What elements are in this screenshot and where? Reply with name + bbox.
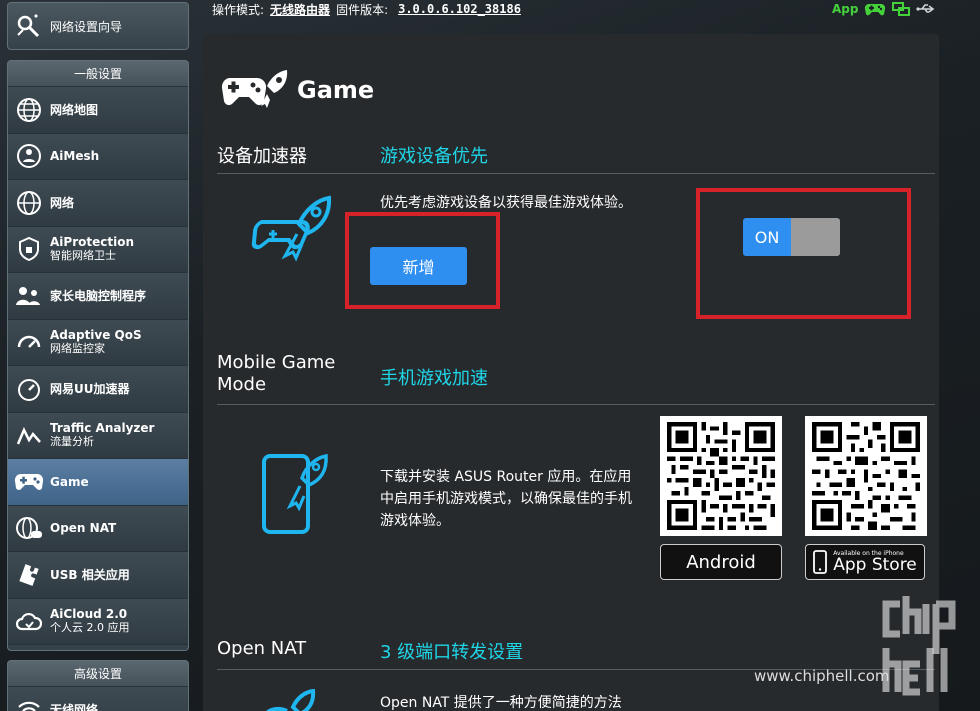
speedometer-icon: [14, 327, 44, 357]
phone-rocket-icon: [262, 453, 328, 534]
status-bar: 操作模式: 无线路由器 固件版本: 3.0.0.6.102_38186: [212, 0, 521, 18]
sidebar-item-label: Open NAT: [50, 521, 117, 536]
gauge-icon: [14, 374, 44, 404]
mobile-mode-description: 下载并安装 ASUS Router 应用。在应用中启用手机游戏模式，以确保最佳的…: [380, 469, 632, 529]
highlight-box-toggle: [696, 188, 911, 319]
shield-icon: [14, 234, 44, 264]
sidebar-item-aiprotection[interactable]: AiProtection 智能网络卫士: [8, 226, 188, 273]
sidebar-item-label: 网络地图: [50, 102, 99, 117]
main-panel: Game 设备加速器 游戏设备优先 优先考虑游戏设备以获得最佳游戏体验。 新增 …: [203, 34, 939, 711]
general-settings-header: 一般设置: [8, 61, 188, 87]
gamepad-status-icon[interactable]: [864, 1, 886, 17]
gamepad-rocket-icon: [251, 195, 332, 262]
sidebar-item-label: 网易UU加速器: [50, 381, 130, 396]
sidebar-item-label: AiMesh: [50, 149, 100, 164]
sidebar-item-aicloud[interactable]: AiCloud 2.0 个人云 2.0 应用: [8, 598, 188, 645]
sidebar-item-network[interactable]: 网络: [8, 180, 188, 227]
sidebar-item-label: Traffic Analyzer 流量分析: [50, 421, 155, 449]
sidebar-item-label: 无线网络: [50, 702, 99, 711]
appstore-label: App Store: [833, 554, 917, 575]
sidebar-item-traffic-analyzer[interactable]: Traffic Analyzer 流量分析: [8, 412, 188, 459]
page-title-text: Game: [297, 76, 375, 104]
network-globe-icon: [14, 188, 44, 218]
sidebar-item-adaptive-qos[interactable]: Adaptive QoS 网络监控家: [8, 319, 188, 366]
android-button[interactable]: Android: [660, 544, 782, 580]
globe-icon: [14, 95, 44, 125]
sidebar-item-label: USB 相关应用: [50, 567, 130, 582]
mode-link[interactable]: 无线路由器: [270, 1, 330, 18]
gamepad-icon: [14, 467, 44, 497]
open-nat-label: Open NAT: [217, 638, 307, 659]
wizard-icon: [17, 14, 40, 38]
open-nat-description: Open NAT 提供了一种方便简捷的方法: [380, 695, 622, 711]
general-settings-menu: 一般设置 网络地图 AiMesh 网络 AiProtection 智能网络卫士 家…: [7, 60, 189, 651]
sidebar-item-label: AiProtection 智能网络卫士: [50, 235, 134, 263]
sidebar-item-uu-accelerator[interactable]: 网易UU加速器: [8, 366, 188, 413]
divider: [217, 404, 935, 405]
sidebar-item-wireless[interactable]: 无线网络: [8, 687, 188, 711]
divider: [217, 173, 935, 174]
sidebar-item-label: AiCloud 2.0 个人云 2.0 应用: [50, 607, 130, 635]
accelerator-description: 优先考虑游戏设备以获得最佳游戏体验。: [380, 195, 632, 211]
open-nat-icon: [266, 689, 316, 711]
wizard-label: 网络设置向导: [50, 19, 123, 34]
accelerator-label: 设备加速器: [217, 146, 307, 167]
sidebar-item-usb-apps[interactable]: USB 相关应用: [8, 552, 188, 599]
firmware-link[interactable]: 3.0.0.6.102_38186: [398, 2, 521, 16]
sidebar-item-label: Game: [50, 474, 89, 489]
phone-icon: [813, 550, 828, 574]
sidebar-item-label: Adaptive QoS 网络监控家: [50, 328, 142, 356]
sidebar-item-network-map[interactable]: 网络地图: [8, 87, 188, 134]
game-rocket-icon: [221, 70, 288, 108]
top-icons: App: [832, 0, 936, 18]
sidebar-item-parental-controls[interactable]: 家长电脑控制程序: [8, 273, 188, 320]
chiphell-logo: [880, 592, 960, 708]
android-qr-code[interactable]: [660, 416, 782, 536]
page-title: Game: [221, 68, 374, 112]
sidebar-item-open-nat[interactable]: Open NAT: [8, 505, 188, 552]
accelerator-value: 游戏设备优先: [380, 146, 488, 167]
app-store-button[interactable]: Available on the iPhone App Store: [805, 544, 925, 580]
globe-gamepad-icon: [14, 513, 44, 543]
quick-setup-wizard[interactable]: 网络设置向导: [7, 2, 189, 50]
advanced-settings-menu: 高级设置 无线网络: [7, 660, 189, 711]
firmware-label: 固件版本:: [336, 2, 389, 17]
advanced-settings-header: 高级设置: [8, 661, 188, 687]
watermark-url: www.chiphell.com: [754, 667, 890, 685]
sidebar-item-aimesh[interactable]: AiMesh: [8, 133, 188, 180]
highlight-box-add: [345, 212, 500, 309]
aimesh-icon: [14, 141, 44, 171]
puzzle-icon: [14, 560, 44, 590]
cloud-icon: [14, 606, 44, 636]
chart-line-icon: [14, 420, 44, 450]
network-status-icon[interactable]: [892, 1, 911, 17]
mode-label: 操作模式:: [212, 2, 265, 17]
sidebar-item-label: 家长电脑控制程序: [50, 288, 147, 303]
family-icon: [14, 281, 44, 311]
sidebar-item-label: 网络: [50, 195, 75, 210]
sidebar-item-game[interactable]: Game: [8, 459, 188, 506]
wifi-icon: [14, 695, 44, 711]
app-label[interactable]: App: [832, 2, 858, 16]
ios-qr-code[interactable]: [805, 416, 927, 536]
open-nat-value: 3 级端口转发设置: [380, 642, 524, 663]
mobile-mode-label: Mobile Game Mode: [217, 352, 336, 395]
usb-icon[interactable]: [916, 2, 936, 16]
mobile-mode-value: 手机游戏加速: [380, 368, 488, 389]
